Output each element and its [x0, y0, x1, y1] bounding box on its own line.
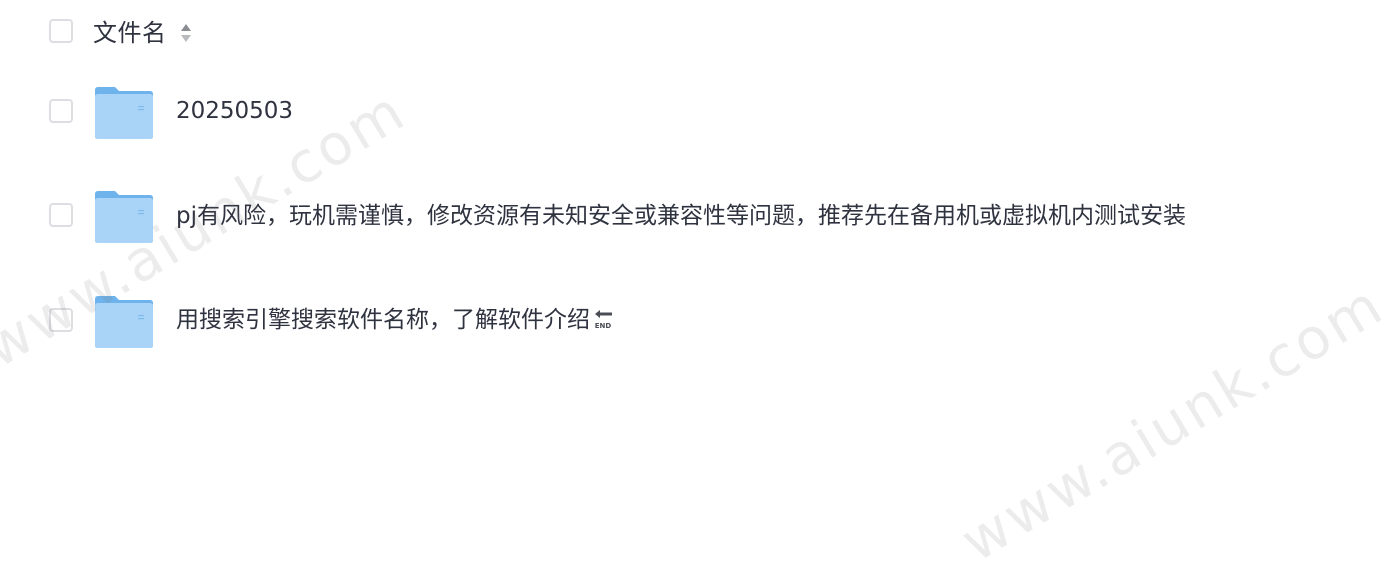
folder-icon [95, 296, 153, 348]
folder-name[interactable]: 20250503 [176, 96, 293, 126]
watermark: www.aiunk.com [950, 272, 1384, 575]
folder-name[interactable]: pj有风险，玩机需谨慎，修改资源有未知安全或兼容性等问题，推荐先在备用机或虚拟机… [176, 201, 1186, 231]
row-checkbox[interactable] [49, 99, 73, 123]
row-checkbox[interactable] [49, 308, 73, 332]
folder-name-row[interactable]: 用搜索引擎搜索软件名称，了解软件介绍 END [176, 305, 614, 335]
column-header-filename[interactable]: 文件名 [93, 17, 167, 49]
end-arrow-icon: END [595, 309, 612, 330]
folder-icon [95, 87, 153, 139]
folder-icon [95, 191, 153, 243]
sort-updown-icon[interactable] [179, 21, 193, 45]
folder-name[interactable]: 用搜索引擎搜索软件名称，了解软件介绍 [176, 307, 590, 333]
select-all-checkbox[interactable] [49, 19, 73, 43]
file-list-page: 文件名 20250503 pj有风险，玩机需谨慎，修改资源有未知安全或兼容性等问… [0, 0, 1384, 588]
row-checkbox[interactable] [49, 203, 73, 227]
end-icon-label: END [595, 322, 612, 330]
